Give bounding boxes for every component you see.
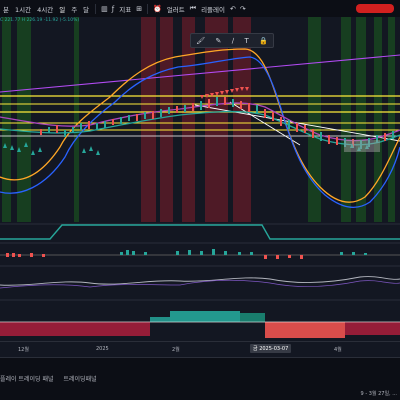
indicators-button[interactable]: 지표 <box>116 4 134 14</box>
status-date: 9 - 3월 27일, ... <box>360 391 397 397</box>
drawing-toolbar: 🖌 ✎ ∕ T 🔒 <box>190 33 274 48</box>
tf-4h-button[interactable]: 4시간 <box>34 4 56 14</box>
highlight-box <box>344 140 380 152</box>
time-axis[interactable]: 12월 2025 2월 금 2025-03-07 4월 <box>0 341 400 357</box>
chart-type-icon[interactable]: ▥ <box>99 5 110 13</box>
account-badge[interactable] <box>356 4 394 13</box>
crosshair-date-label: 금 2025-03-07 <box>250 344 292 353</box>
brush-tool-icon[interactable]: 🖌 <box>196 37 205 45</box>
chart-canvas[interactable] <box>0 17 400 341</box>
divider <box>95 3 97 14</box>
chart-area[interactable] <box>0 17 400 365</box>
redo-icon[interactable]: ↷ <box>238 5 248 13</box>
replay-button[interactable]: 리플레이 <box>198 4 228 14</box>
time-tick-december: 12월 <box>18 347 29 353</box>
templates-icon[interactable]: ⊞ <box>134 5 144 13</box>
trend-line-tool-icon[interactable]: ∕ <box>232 37 234 45</box>
alert-icon[interactable]: ⏰ <box>151 5 164 13</box>
bottom-tabs: 플레이 트레이딩 패널 트레이딩패널 <box>0 374 97 383</box>
top-toolbar: 분 1시간 4시간 일 주 달 ▥ ƒ 지표 ⊞ ⏰ 얼러트 ⏮ 리플레이 ↶ … <box>0 0 400 17</box>
ohlc-readout: C 221.77 H 226.19 -11.92 (-5.10%) <box>0 18 80 23</box>
divider <box>147 3 149 14</box>
tab-trading-panel[interactable]: 트레이딩패널 <box>64 374 97 383</box>
replay-icon[interactable]: ⏮ <box>188 4 198 13</box>
status-bar: 9 - 3월 27일, ... <box>0 387 400 400</box>
alert-button[interactable]: 얼러트 <box>164 4 188 14</box>
text-tool-icon[interactable]: T <box>244 37 248 45</box>
tf-month-button[interactable]: 달 <box>80 4 92 14</box>
time-tick-2025: 2025 <box>96 346 109 352</box>
pencil-tool-icon[interactable]: ✎ <box>215 37 221 45</box>
tab-play-trading-panel[interactable]: 플레이 트레이딩 패널 <box>0 374 54 383</box>
trading-app: 분 1시간 4시간 일 주 달 ▥ ƒ 지표 ⊞ ⏰ 얼러트 ⏮ 리플레이 ↶ … <box>0 0 400 400</box>
time-tick-april: 4월 <box>334 347 342 353</box>
tf-day-button[interactable]: 일 <box>56 4 68 14</box>
time-tick-february: 2월 <box>172 347 180 353</box>
tf-1h-button[interactable]: 1시간 <box>12 4 34 14</box>
tf-minute-button[interactable]: 분 <box>0 4 12 14</box>
tf-week-button[interactable]: 주 <box>68 4 80 14</box>
lock-tool-icon[interactable]: 🔒 <box>259 37 268 45</box>
bottom-panel: 플레이 트레이딩 패널 트레이딩패널 <box>0 357 400 387</box>
undo-icon[interactable]: ↶ <box>228 5 238 13</box>
